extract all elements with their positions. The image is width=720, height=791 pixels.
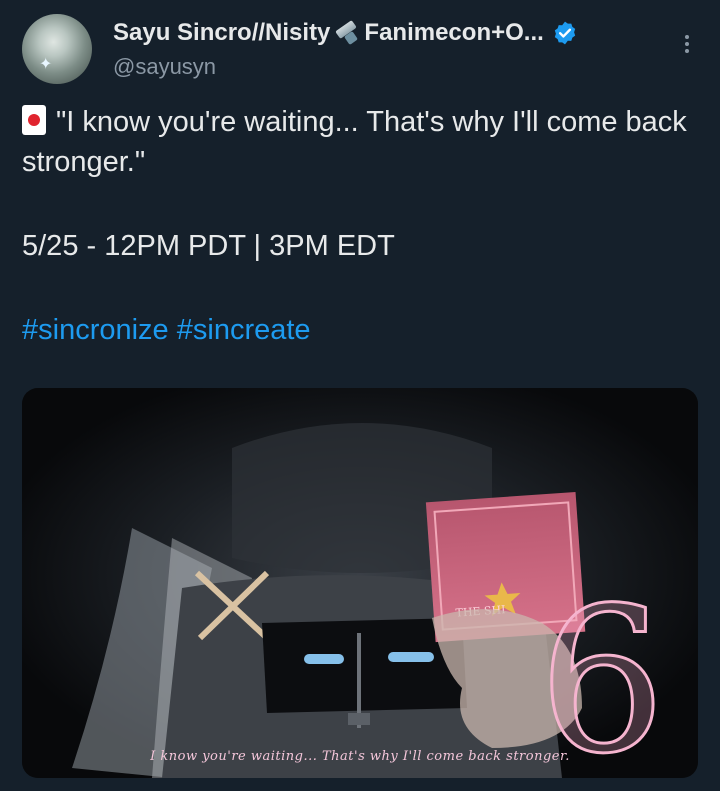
tweet-header: ✦ Sayu Sincro//Nisity Fanimecon+O... @sa… (22, 14, 698, 86)
author-block: Sayu Sincro//Nisity Fanimecon+O... @sayu… (113, 18, 673, 80)
display-name-suffix[interactable]: Fanimecon+O... (364, 19, 543, 47)
display-name[interactable]: Sayu Sincro//Nisity (113, 19, 330, 47)
author-handle[interactable]: @sayusyn (113, 54, 673, 80)
tweet-text: "I know you're waiting... That's why I'l… (22, 102, 698, 350)
hashtag-link[interactable]: #sincreate (177, 314, 311, 346)
tweet-quote-line: "I know you're waiting... That's why I'l… (22, 102, 698, 182)
nut-and-bolt-icon (334, 20, 359, 45)
flower-playing-card-icon (22, 105, 46, 135)
tweet-quote: "I know you're waiting... That's why I'l… (22, 106, 687, 178)
display-name-row[interactable]: Sayu Sincro//Nisity Fanimecon+O... (113, 18, 673, 48)
media-artwork: THE SHI 6 6 (22, 388, 698, 778)
tweet-media-image[interactable]: THE SHI 6 6 I know you're waiting... Tha… (22, 388, 698, 778)
tweet-schedule: 5/25 - 12PM PDT | 3PM EDT (22, 230, 395, 262)
hashtag-link[interactable]: #sincronize (22, 314, 169, 346)
media-caption: I know you're waiting... That's why I'll… (150, 749, 570, 764)
episode-number-fill: 6 (538, 565, 665, 778)
hashtags: #sincronize #sincreate (22, 310, 698, 350)
verified-badge-icon (554, 21, 575, 45)
sparkle-icon: ✦ (39, 56, 53, 73)
avatar[interactable]: ✦ (22, 14, 92, 84)
more-options-icon[interactable] (682, 32, 692, 56)
